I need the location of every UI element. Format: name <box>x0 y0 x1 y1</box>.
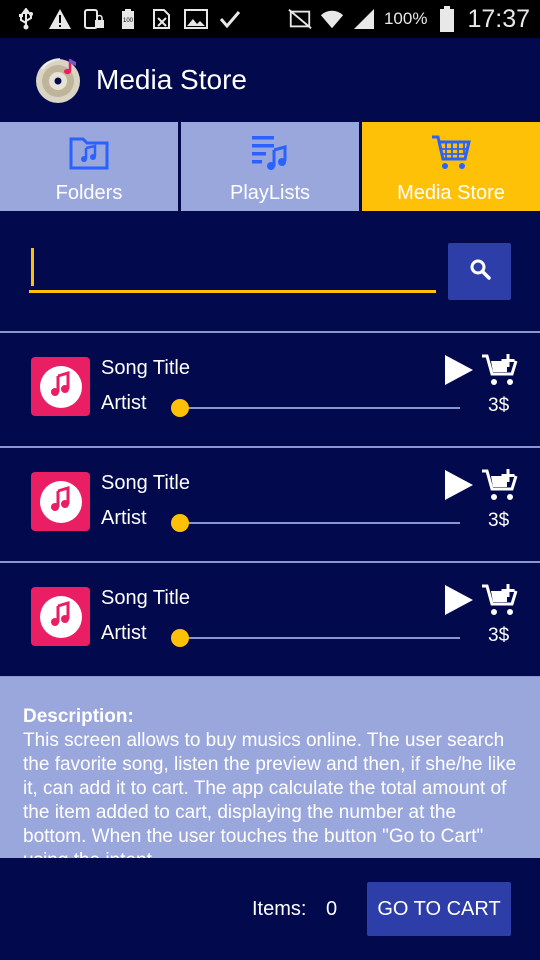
play-icon[interactable] <box>443 468 475 502</box>
album-art-icon <box>31 472 90 531</box>
clock: 17:37 <box>467 4 530 33</box>
song-price: 3$ <box>488 395 510 416</box>
song-title: Song Title <box>101 357 190 379</box>
image-icon <box>184 8 208 30</box>
song-artist: Artist <box>101 392 147 414</box>
check-icon <box>218 8 242 30</box>
app-bar: Media Store <box>0 38 540 122</box>
song-price: 3$ <box>488 625 510 646</box>
preview-progress-track[interactable] <box>180 407 460 409</box>
go-to-cart-button[interactable]: GO TO CART <box>367 882 511 936</box>
list-item[interactable]: Song Title Artist 3$ <box>0 448 540 563</box>
usb-icon <box>14 8 38 30</box>
play-icon[interactable] <box>443 353 475 387</box>
items-count: 0 <box>326 898 338 920</box>
items-label: Items: <box>252 898 307 920</box>
album-art-icon <box>31 357 90 416</box>
signal-icon <box>352 8 376 30</box>
battery-icon <box>435 6 459 32</box>
tab-playlists[interactable]: PlayLists <box>181 122 359 211</box>
music-folder-icon <box>69 132 109 172</box>
tab-folders-label: Folders <box>55 182 123 204</box>
list-item[interactable]: Song Title Artist 3$ <box>0 563 540 678</box>
cd-music-logo-icon <box>34 55 84 105</box>
wifi-icon <box>320 8 344 30</box>
song-price: 3$ <box>488 510 510 531</box>
app-title: Media Store <box>96 64 247 95</box>
shopping-cart-icon <box>431 132 471 172</box>
battery-100-icon: 100 <box>116 8 140 30</box>
preview-progress-track[interactable] <box>180 637 460 639</box>
description-text: This screen allows to buy musics online.… <box>23 730 517 858</box>
song-title: Song Title <box>101 472 190 494</box>
tab-bar: Folders PlayLists Media Store <box>0 122 540 211</box>
warning-icon <box>48 8 72 30</box>
tab-media-store[interactable]: Media Store <box>362 122 540 211</box>
preview-progress-thumb[interactable] <box>171 514 189 532</box>
battery-percent: 100% <box>383 9 428 28</box>
search-input[interactable] <box>29 251 436 293</box>
list-item[interactable]: Song Title Artist 3$ <box>0 333 540 448</box>
album-art-icon <box>31 587 90 646</box>
tab-media-store-label: Media Store <box>397 182 505 204</box>
play-icon[interactable] <box>443 583 475 617</box>
search-icon <box>469 258 491 285</box>
tab-folders[interactable]: Folders <box>0 122 178 211</box>
add-to-cart-icon[interactable] <box>481 353 519 387</box>
search-area <box>0 211 540 333</box>
description-panel: Description: This screen allows to buy m… <box>0 677 540 858</box>
screen-lock-icon <box>82 8 106 30</box>
text-cursor <box>31 248 34 286</box>
search-button[interactable] <box>448 243 511 300</box>
song-title: Song Title <box>101 587 190 609</box>
description-label: Description: <box>23 706 134 727</box>
preview-progress-track[interactable] <box>180 522 460 524</box>
song-list: Song Title Artist 3$ Song Title Artist 3… <box>0 333 540 678</box>
song-artist: Artist <box>101 507 147 529</box>
tab-playlists-label: PlayLists <box>229 182 311 204</box>
playlist-icon <box>250 132 290 172</box>
preview-progress-thumb[interactable] <box>171 629 189 647</box>
preview-progress-thumb[interactable] <box>171 399 189 417</box>
footer-bar: Items: 0 GO TO CART <box>0 858 540 960</box>
song-artist: Artist <box>101 622 147 644</box>
nfc-mute-icon <box>288 8 312 30</box>
add-to-cart-icon[interactable] <box>481 583 519 617</box>
status-bar: 100 100% 17:37 <box>0 0 540 38</box>
blocked-sim-icon <box>150 8 174 30</box>
add-to-cart-icon[interactable] <box>481 468 519 502</box>
svg-text:100: 100 <box>123 18 134 24</box>
